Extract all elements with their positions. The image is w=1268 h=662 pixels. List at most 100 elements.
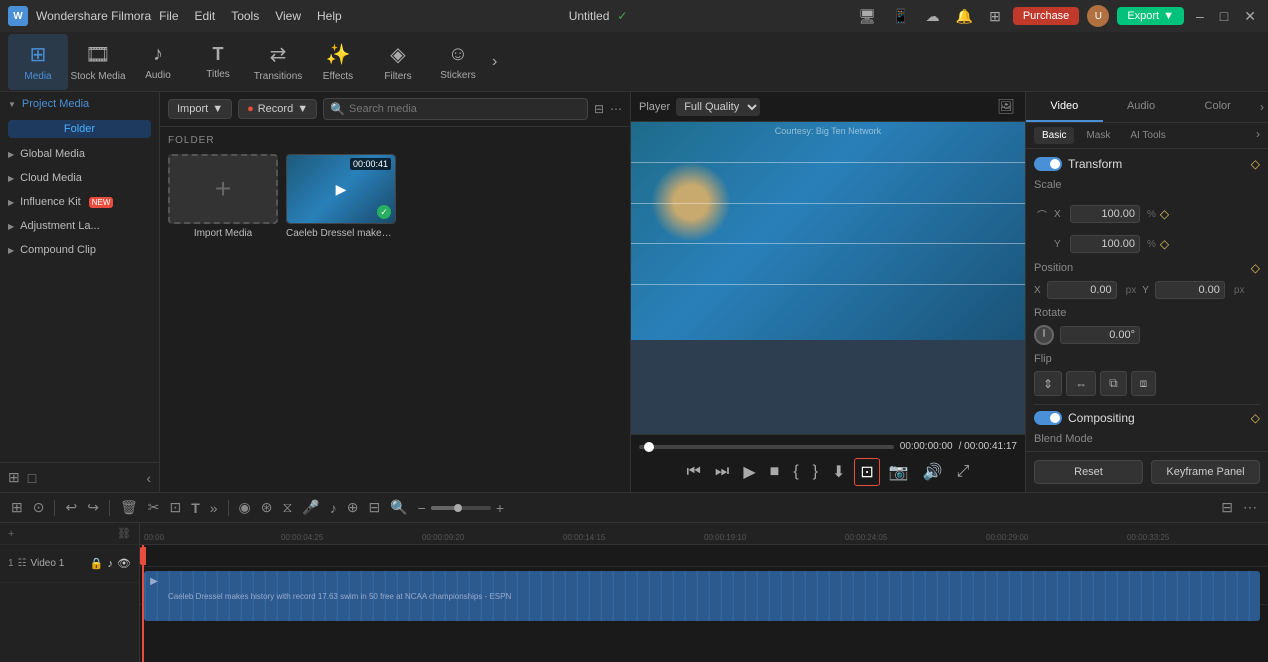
tab-video[interactable]: Video (1026, 92, 1103, 122)
toolbar-stock-media[interactable]: 🎞 Stock Media (68, 34, 128, 90)
toolbar-audio[interactable]: ♪ Audio (128, 34, 188, 90)
sidebar-item-project-media[interactable]: ▼ Project Media (0, 92, 159, 116)
filter-icon[interactable]: ⊟ (594, 102, 604, 116)
quality-select[interactable]: Full Quality 1/2 Quality 1/4 Quality (676, 98, 760, 116)
timeline-zoom-out-icon[interactable]: 🔍 (387, 497, 410, 518)
right-panel-expand-icon[interactable]: › (1256, 92, 1268, 122)
skip-back-icon[interactable]: ⏮ (682, 460, 706, 484)
snapshot-icon[interactable]: 🖼 (995, 96, 1017, 117)
purchase-button[interactable]: Purchase (1013, 7, 1079, 25)
sidebar-item-influence-kit[interactable]: ▶ Influence Kit NEW (0, 190, 159, 214)
timeline-undo-icon[interactable]: ↩ (62, 497, 80, 518)
screenshot-icon[interactable]: 📷 (884, 459, 914, 485)
position-x-input[interactable] (1047, 281, 1117, 299)
toolbar-filters[interactable]: ◈ Filters (368, 34, 428, 90)
tab-color[interactable]: Color (1179, 92, 1256, 122)
more-icon[interactable]: ⋯ (610, 102, 622, 116)
sidebar-item-adjustment[interactable]: ▶ Adjustment La... (0, 214, 159, 238)
timeline-crop-icon[interactable]: ⊡ (166, 497, 184, 518)
play-icon[interactable]: ▶ (738, 459, 760, 485)
phone-icon[interactable]: 📱 (888, 6, 913, 27)
toolbar-transitions[interactable]: ⇄ Transitions (248, 34, 308, 90)
timeline-more-icon[interactable]: » (207, 498, 221, 518)
flip-horizontal-button[interactable]: ⇔ (1066, 371, 1096, 396)
scale-y-input[interactable] (1070, 235, 1140, 253)
timeline-magnet-icon[interactable]: ⊛ (258, 497, 276, 518)
scale-x-keyframe-icon[interactable]: ◇ (1160, 207, 1169, 221)
scale-x-input[interactable] (1070, 205, 1140, 223)
zoom-icon[interactable]: ⤢ (952, 460, 975, 484)
transform-keyframe-icon[interactable]: ◇ (1251, 157, 1260, 171)
rotate-input[interactable] (1060, 326, 1140, 344)
timeline-redo-icon[interactable]: ↪ (84, 497, 102, 518)
cloud-upload-icon[interactable]: ☁ (922, 6, 944, 27)
timeline-layout-icon[interactable]: ⊟ (1218, 497, 1236, 518)
caeleb-media-item[interactable]: ▶ 00:00:41 ✓ Caeleb Dressel makes ... (286, 154, 396, 239)
monitor-icon[interactable]: 🖥 (854, 6, 880, 27)
position-y-input[interactable] (1155, 281, 1225, 299)
maximize-button[interactable]: □ (1216, 6, 1232, 26)
zoom-slider[interactable] (431, 506, 491, 510)
track-lock-icon[interactable]: 🔒 (90, 557, 104, 570)
timeline-progress[interactable] (639, 445, 894, 449)
add-icon[interactable]: □ (28, 470, 36, 486)
timeline-voice-icon[interactable]: 🎤 (299, 497, 322, 518)
search-input[interactable] (349, 103, 581, 115)
link-track-button[interactable]: ⛓ (117, 527, 131, 540)
toolbar-stickers[interactable]: ☺ Stickers (428, 34, 488, 90)
timeline-thumb[interactable] (644, 442, 654, 452)
add-to-timeline-icon[interactable]: ⬇ (827, 459, 850, 485)
menu-file[interactable]: File (159, 9, 178, 23)
export-button[interactable]: Export ▼ (1117, 7, 1184, 25)
sidebar-item-cloud-media[interactable]: ▶ Cloud Media (0, 166, 159, 190)
sidebar-folder-active[interactable]: Folder (8, 120, 151, 138)
transform-toggle[interactable] (1034, 157, 1062, 171)
timeline-marker-icon[interactable]: ⧖ (280, 497, 296, 518)
close-button[interactable]: ✕ (1240, 6, 1260, 27)
prev-frame-icon[interactable]: ⏭ (710, 460, 734, 484)
timeline-text-icon[interactable]: T (188, 498, 203, 518)
add-track-button[interactable]: + (8, 528, 14, 540)
grid-icon[interactable]: ⊞ (985, 6, 1005, 27)
position-keyframe-icon[interactable]: ◇ (1251, 261, 1260, 275)
track-audio-icon[interactable]: ♪ (108, 558, 114, 570)
timeline-split-icon[interactable]: ⊟ (366, 497, 384, 518)
timeline-grid-icon[interactable]: ⊞ (8, 497, 26, 518)
video-clip[interactable]: Caeleb Dressel makes history with record… (144, 571, 1260, 621)
zoom-plus-icon[interactable]: + (493, 498, 507, 518)
subtab-ai-tools[interactable]: AI Tools (1122, 127, 1173, 144)
flip-btn-4[interactable]: ⧈ (1131, 371, 1157, 396)
mark-in-icon[interactable]: { (788, 460, 803, 484)
timeline-cut-icon[interactable]: ✂ (145, 497, 163, 518)
subtab-mask[interactable]: Mask (1078, 127, 1118, 144)
menu-view[interactable]: View (275, 9, 301, 23)
menu-edit[interactable]: Edit (195, 9, 216, 23)
reset-button[interactable]: Reset (1034, 460, 1143, 484)
flip-vertical-button[interactable]: ⇕ (1034, 371, 1062, 396)
rotate-dial[interactable] (1034, 325, 1054, 345)
timeline-delete-icon[interactable]: 🗑 (117, 497, 141, 518)
toolbar-media[interactable]: ⊞ Media (8, 34, 68, 90)
timeline-audio2-icon[interactable]: ♪ (327, 498, 340, 518)
toolbar-effects[interactable]: ✨ Effects (308, 34, 368, 90)
subtab-basic[interactable]: Basic (1034, 127, 1074, 144)
compositing-toggle[interactable] (1034, 411, 1062, 425)
zoom-thumb[interactable] (454, 504, 462, 512)
toolbar-titles[interactable]: T Titles (188, 34, 248, 90)
sidebar-item-compound-clip[interactable]: ▶ Compound Clip (0, 238, 159, 262)
keyframe-panel-button[interactable]: Keyframe Panel (1151, 460, 1260, 484)
sidebar-item-global-media[interactable]: ▶ Global Media (0, 142, 159, 166)
fullscreen-icon[interactable]: ⊡ (854, 458, 879, 486)
record-button[interactable]: ● Record ▼ (238, 99, 317, 119)
import-media-item[interactable]: + Import Media (168, 154, 278, 239)
minimize-button[interactable]: – (1192, 6, 1208, 26)
stop-icon[interactable]: ■ (765, 460, 785, 484)
track-eye-icon[interactable]: 👁 (117, 557, 131, 570)
add-folder-icon[interactable]: ⊞ (8, 469, 20, 486)
timeline-settings-icon[interactable]: ⋯ (1240, 497, 1260, 518)
collapse-icon[interactable]: ‹ (146, 470, 151, 486)
zoom-minus-icon[interactable]: − (415, 498, 429, 518)
import-button[interactable]: Import ▼ (168, 99, 232, 119)
tab-audio[interactable]: Audio (1103, 92, 1180, 122)
compositing-keyframe-icon[interactable]: ◇ (1251, 411, 1260, 425)
